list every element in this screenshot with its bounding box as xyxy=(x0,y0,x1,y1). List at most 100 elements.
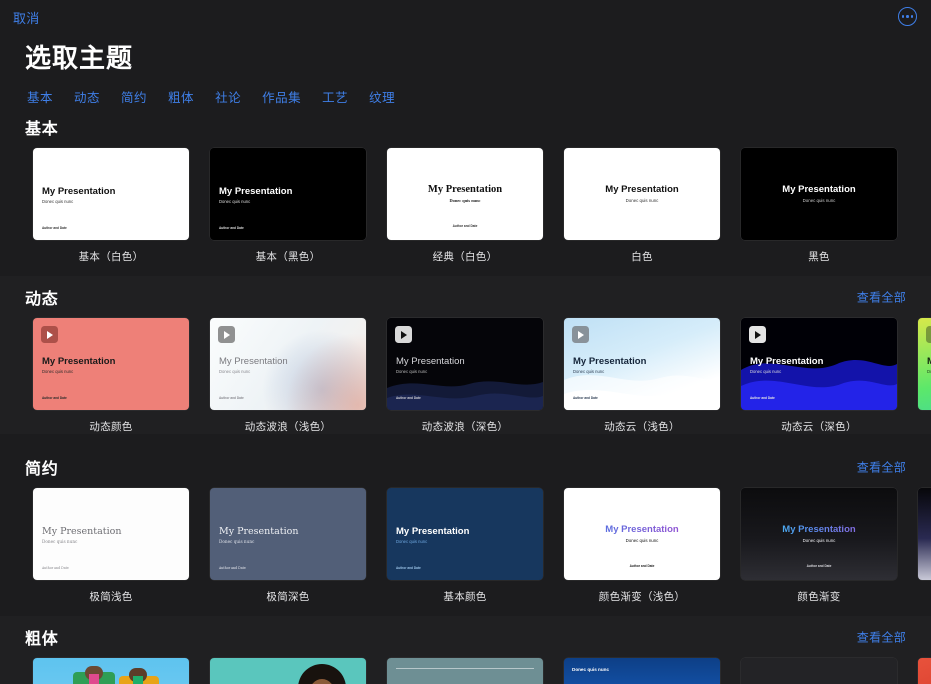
tab-minimal[interactable]: 简约 xyxy=(121,87,147,106)
theme-card[interactable]: DONEC QUIS NUNC MY PRESENTATION xyxy=(741,658,897,684)
theme-card[interactable]: My Presentation Donec quis nunc 黑色 xyxy=(741,148,897,264)
tab-portfolio[interactable]: 作品集 xyxy=(262,87,301,106)
theme-card[interactable]: My Presentation Donec quis nunc Author a… xyxy=(210,488,366,604)
tab-craft[interactable]: 工艺 xyxy=(322,87,348,106)
theme-card[interactable]: My Presentation Donec quis nunc 白色 xyxy=(564,148,720,264)
slide-subtitle: Donec quis nunc xyxy=(741,538,897,543)
theme-thumbnail-white[interactable]: My Presentation Donec quis nunc xyxy=(564,148,720,240)
top-bar: 取消 xyxy=(0,0,931,32)
slide-title: My Presentation xyxy=(741,184,897,195)
slide-title: My Presentation xyxy=(42,356,115,367)
theme-thumbnail-minimal-light[interactable]: My Presentation Donec quis nunc Author a… xyxy=(33,488,189,580)
theme-name: 经典（白色） xyxy=(387,249,543,264)
theme-thumbnail-basic-black[interactable]: My Presentation Donec quis nunc Author a… xyxy=(210,148,366,240)
slide-footer: Author and Date xyxy=(42,226,67,230)
theme-card[interactable]: Donec quis nunc xyxy=(564,658,720,684)
theme-thumbnail-gradient-purple[interactable]: My Presentation xyxy=(918,488,931,580)
page-title: 选取主题 xyxy=(25,38,931,75)
slide-subtitle: Donec quis nunc xyxy=(927,369,931,374)
theme-thumbnail-black[interactable]: My Presentation Donec quis nunc xyxy=(741,148,897,240)
theme-thumbnail-bold-red[interactable]: MY PRESENTATION xyxy=(918,658,931,684)
slide-subtitle: Donec quis nunc xyxy=(42,199,73,204)
theme-thumbnail-bold-photo-people[interactable]: DONEC QUIS NUNC MY PRESENTATION Donec qu… xyxy=(33,658,189,684)
theme-thumbnail-classic-white[interactable]: My Presentation Donec quis nunc Author a… xyxy=(387,148,543,240)
slide-title: My Presentation xyxy=(564,184,720,195)
theme-thumbnail-minimal-dark[interactable]: My Presentation Donec quis nunc Author a… xyxy=(210,488,366,580)
theme-card[interactable]: My Presentation Donec quis nunc Author a… xyxy=(387,148,543,264)
section-header-minimal: 简约 查看全部 xyxy=(0,446,931,488)
theme-card-partial[interactable]: My Presentation xyxy=(918,488,931,604)
slide-title: My Presentation xyxy=(396,356,465,367)
theme-thumbnail-basic-color[interactable]: My Presentation Donec quis nunc Author a… xyxy=(387,488,543,580)
theme-thumbnail-bold-ocean[interactable]: Donec quis nunc xyxy=(564,658,720,684)
theme-name: 基本（白色） xyxy=(33,249,189,264)
play-icon xyxy=(41,326,58,343)
theme-thumbnail-dynamic-green[interactable]: My Presentation Donec quis nunc xyxy=(918,318,931,410)
theme-chooser-screen: 取消 选取主题 基本 动态 简约 粗体 社论 作品集 工艺 纹理 基本 My P… xyxy=(0,0,931,684)
tab-editorial[interactable]: 社论 xyxy=(215,87,241,106)
theme-thumbnail-bold-dark[interactable]: DONEC QUIS NUNC MY PRESENTATION xyxy=(741,658,897,684)
slide-footer: Author and Date xyxy=(396,396,421,400)
slide-subtitle: Donec quis nunc xyxy=(564,538,720,543)
slide-footer: Author and Date xyxy=(396,566,421,570)
theme-card[interactable]: My Presentation Donec quis nunc Author a… xyxy=(210,318,366,434)
section-header-bold: 粗体 查看全部 xyxy=(0,616,931,658)
theme-card[interactable]: MY PRESENTATION DONEC QUIS NUNC xyxy=(210,658,366,684)
slide-footer: Author and Date xyxy=(387,224,543,228)
photo-people-graphic xyxy=(33,658,189,684)
theme-thumbnail-dynamic-color[interactable]: My Presentation Donec quis nunc Author a… xyxy=(33,318,189,410)
theme-card[interactable]: Donec quis nunc MY PRESENTATION xyxy=(387,658,543,684)
theme-thumbnail-gradient-dark[interactable]: My Presentation Donec quis nunc Author a… xyxy=(741,488,897,580)
theme-thumbnail-basic-white[interactable]: My Presentation Donec quis nunc Author a… xyxy=(33,148,189,240)
theme-card[interactable]: My Presentation Donec quis nunc Author a… xyxy=(33,318,189,434)
slide-title: My Presentation xyxy=(42,526,121,537)
slide-footer: Author and Date xyxy=(750,396,775,400)
slide-title: My Presentation xyxy=(42,186,115,197)
slide-subtitle: Donec quis nunc xyxy=(219,199,250,204)
cancel-button[interactable]: 取消 xyxy=(13,8,39,27)
theme-card[interactable]: My Presentation Donec quis nunc Author a… xyxy=(210,148,366,264)
theme-thumbnail-dynamic-wave-dark[interactable]: My Presentation Donec quis nunc Author a… xyxy=(387,318,543,410)
theme-name: 动态波浪（浅色） xyxy=(210,419,366,434)
theme-thumbnail-dynamic-wave-light[interactable]: My Presentation Donec quis nunc Author a… xyxy=(210,318,366,410)
tab-texture[interactable]: 纹理 xyxy=(369,87,395,106)
theme-name: 黑色 xyxy=(741,249,897,264)
section-title: 基本 xyxy=(25,115,59,139)
theme-card[interactable]: My Presentation Donec quis nunc Author a… xyxy=(33,148,189,264)
theme-thumbnail-dynamic-cloud-light[interactable]: My Presentation Donec quis nunc Author a… xyxy=(564,318,720,410)
tab-basic[interactable]: 基本 xyxy=(27,87,53,106)
see-all-link-dynamic[interactable]: 查看全部 xyxy=(857,289,906,306)
theme-row-bold: DONEC QUIS NUNC MY PRESENTATION Donec qu… xyxy=(0,658,931,684)
section-title: 简约 xyxy=(25,455,59,479)
slide-subtitle: Donec quis nunc xyxy=(42,539,77,544)
theme-card[interactable]: My Presentation Donec quis nunc Author a… xyxy=(564,488,720,604)
divider xyxy=(396,668,534,669)
theme-name: 白色 xyxy=(564,249,720,264)
theme-card-partial[interactable]: My Presentation Donec quis nunc xyxy=(918,318,931,434)
theme-thumbnail-bold-photo-portrait[interactable]: MY PRESENTATION DONEC QUIS NUNC xyxy=(210,658,366,684)
theme-card[interactable]: My Presentation Donec quis nunc Author a… xyxy=(741,488,897,604)
theme-row-minimal: My Presentation Donec quis nunc Author a… xyxy=(0,488,931,604)
tab-bold[interactable]: 粗体 xyxy=(168,87,194,106)
theme-card[interactable]: My Presentation Donec quis nunc Author a… xyxy=(387,318,543,434)
theme-thumbnail-bold-teal[interactable]: Donec quis nunc MY PRESENTATION xyxy=(387,658,543,684)
slide-title: My Presentation xyxy=(927,356,931,367)
see-all-link-minimal[interactable]: 查看全部 xyxy=(857,459,906,476)
theme-card[interactable]: DONEC QUIS NUNC MY PRESENTATION Donec qu… xyxy=(33,658,189,684)
slide-title: My Presentation xyxy=(750,356,823,367)
theme-card[interactable]: My Presentation Donec quis nunc Author a… xyxy=(741,318,897,434)
theme-card-partial[interactable]: MY PRESENTATION xyxy=(918,658,931,684)
theme-thumbnail-dynamic-cloud-dark[interactable]: My Presentation Donec quis nunc Author a… xyxy=(741,318,897,410)
theme-card[interactable]: My Presentation Donec quis nunc Author a… xyxy=(564,318,720,434)
slide-subtitle: Donec quis nunc xyxy=(750,369,781,374)
theme-card[interactable]: My Presentation Donec quis nunc Author a… xyxy=(387,488,543,604)
tab-dynamic[interactable]: 动态 xyxy=(74,87,100,106)
more-options-icon[interactable] xyxy=(898,7,917,26)
theme-thumbnail-gradient-light[interactable]: My Presentation Donec quis nunc Author a… xyxy=(564,488,720,580)
theme-card[interactable]: My Presentation Donec quis nunc Author a… xyxy=(33,488,189,604)
theme-name: 动态云（浅色） xyxy=(564,419,720,434)
slide-title: My Presentation xyxy=(396,526,469,537)
see-all-link-bold[interactable]: 查看全部 xyxy=(857,629,906,646)
slide-subtitle: Donec quis nunc xyxy=(219,369,250,374)
theme-row-dynamic: My Presentation Donec quis nunc Author a… xyxy=(0,318,931,434)
